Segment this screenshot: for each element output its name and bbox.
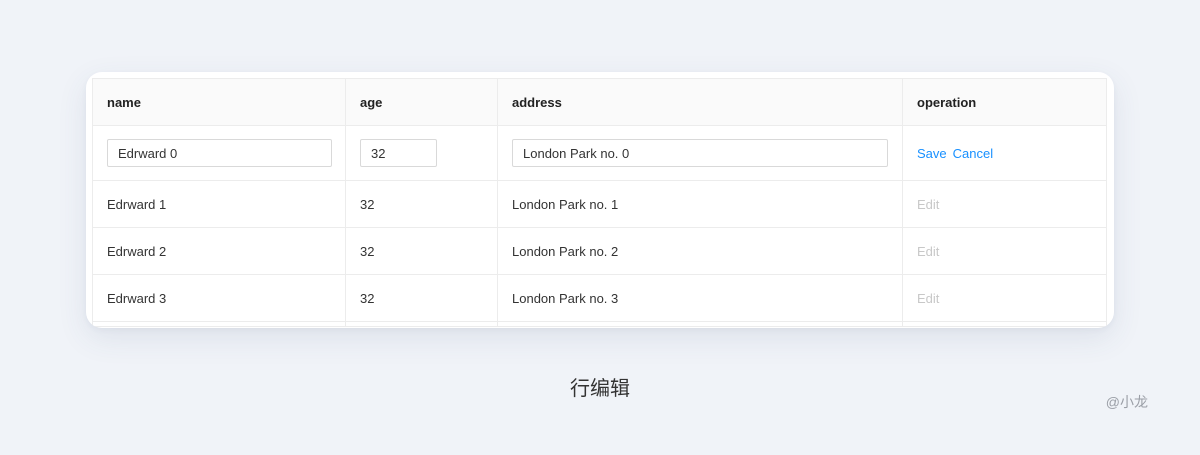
edit-link[interactable]: Edit <box>917 244 939 259</box>
column-header-age: age <box>345 78 498 126</box>
name-input[interactable] <box>107 139 332 167</box>
cell-address: London Park no. 1 <box>497 180 903 228</box>
table-row: Edrward 2 32 London Park no. 2 Edit <box>92 227 1107 275</box>
cancel-link[interactable]: Cancel <box>953 146 993 161</box>
column-header-name: name <box>92 78 346 126</box>
cell-name: Edrward 3 <box>92 274 346 322</box>
cell-age: 32 <box>345 180 498 228</box>
cell-name <box>92 125 346 181</box>
table-row-partial <box>92 321 1107 327</box>
cell-age: 32 <box>345 274 498 322</box>
column-header-operation: operation <box>902 78 1107 126</box>
cell-operation: Edit <box>902 180 1107 228</box>
column-header-address: address <box>497 78 903 126</box>
address-input[interactable] <box>512 139 888 167</box>
table-row: Edrward 3 32 London Park no. 3 Edit <box>92 274 1107 322</box>
author-watermark: @小龙 <box>1105 394 1148 410</box>
figure-caption: 行编辑 <box>570 378 630 400</box>
table-card: name age address operation Save Cancel <box>86 72 1114 328</box>
editable-table: name age address operation Save Cancel <box>92 78 1107 327</box>
table-row: Edrward 1 32 London Park no. 1 Edit <box>92 180 1107 228</box>
cell-address <box>497 125 903 181</box>
cell-name: Edrward 2 <box>92 227 346 275</box>
edit-link[interactable]: Edit <box>917 197 939 212</box>
cell-operation: Edit <box>902 274 1107 322</box>
cell-address: London Park no. 3 <box>497 274 903 322</box>
table-row-editing: Save Cancel <box>92 125 1107 181</box>
age-input[interactable] <box>360 139 437 167</box>
cell-age: 32 <box>345 227 498 275</box>
cell-name: Edrward 1 <box>92 180 346 228</box>
cell-age <box>345 125 498 181</box>
save-link[interactable]: Save <box>917 146 947 161</box>
table-header-row: name age address operation <box>92 78 1107 126</box>
cell-operation: Edit <box>902 227 1107 275</box>
cell-operation: Save Cancel <box>902 125 1107 181</box>
edit-link[interactable]: Edit <box>917 291 939 306</box>
cell-address: London Park no. 2 <box>497 227 903 275</box>
